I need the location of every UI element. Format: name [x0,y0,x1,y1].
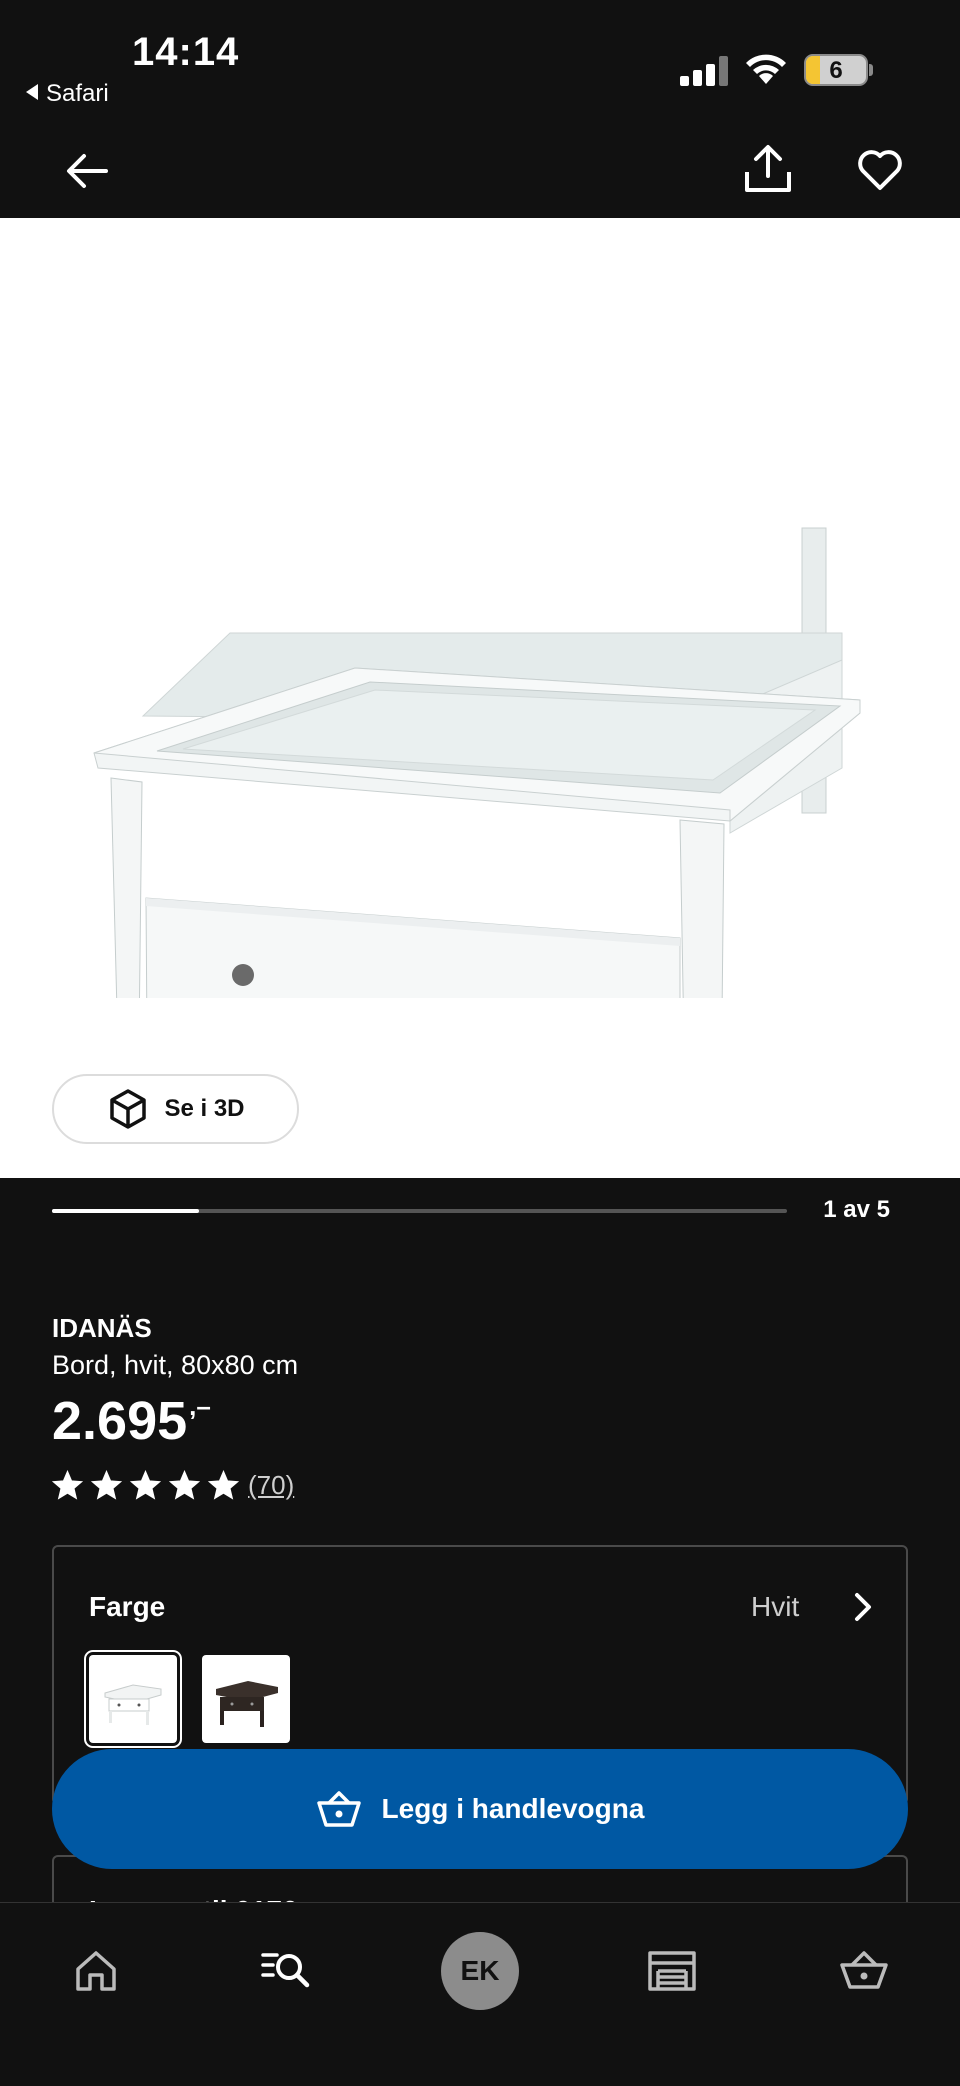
back-triangle-icon [26,84,38,100]
price-value: 2.695 [52,1391,188,1451]
star-icon [91,1470,122,1500]
view-3d-button[interactable]: Se i 3D [52,1074,299,1144]
color-swatch-white[interactable] [84,1650,182,1748]
price-suffix: ,– [189,1391,211,1421]
home-icon [76,1951,116,1991]
product-name: IDANÄS [52,1313,152,1343]
add-to-cart-label: Legg i handlevogna [381,1793,645,1824]
bottom-tab-bar: EK [0,1902,960,2086]
product-image [93,527,861,998]
gallery-progress [52,1209,787,1213]
tab-search[interactable] [259,1943,315,1999]
search-icon [261,1953,310,1988]
product-price: 2.695,– [52,1390,211,1452]
cube-icon [110,1089,147,1129]
color-value: Hvit [751,1591,800,1622]
battery-icon: 6 [804,54,868,86]
chevron-right-icon[interactable] [849,1591,877,1623]
back-arrow-icon[interactable] [62,146,112,196]
color-swatch-dark-brown[interactable] [202,1655,290,1743]
swatch-white-image [104,1684,162,1725]
view-3d-label: Se i 3D [164,1095,245,1122]
add-to-cart-button[interactable]: Legg i handlevogna [52,1749,908,1869]
status-time: 14:14 [132,30,240,74]
star-icon [130,1470,161,1500]
shopping-basket-icon [840,1951,888,1989]
rating-stars[interactable] [52,1470,239,1501]
share-icon[interactable] [742,142,794,196]
signal-icon [680,56,728,86]
swatch-dark-brown-image [216,1681,278,1727]
reviews-link[interactable]: (70) [248,1470,294,1501]
back-to-safari[interactable]: Safari [26,80,109,108]
product-description: Bord, hvit, 80x80 cm [52,1350,299,1380]
star-icon [169,1470,200,1500]
tab-profile-avatar[interactable]: EK [441,1932,519,2010]
color-label: Farge [89,1591,166,1622]
basket-icon [316,1791,361,1827]
gallery-progress-fill [52,1209,199,1213]
gallery-counter: 1 av 5 [823,1196,890,1223]
tab-store[interactable] [644,1943,700,1999]
wifi-icon [746,54,786,84]
tab-home[interactable] [68,1943,124,1999]
tab-cart[interactable] [836,1943,892,1999]
store-icon [648,1951,696,1991]
product-image-panel[interactable]: Se i 3D [0,218,960,1178]
star-icon [52,1470,83,1500]
battery-level: 6 [829,57,843,84]
battery-tip [869,64,873,76]
back-app-label: Safari [46,80,109,107]
status-bar: 14:14 Safari 6 [0,0,960,130]
star-icon [208,1470,239,1500]
heart-icon[interactable] [856,146,904,194]
